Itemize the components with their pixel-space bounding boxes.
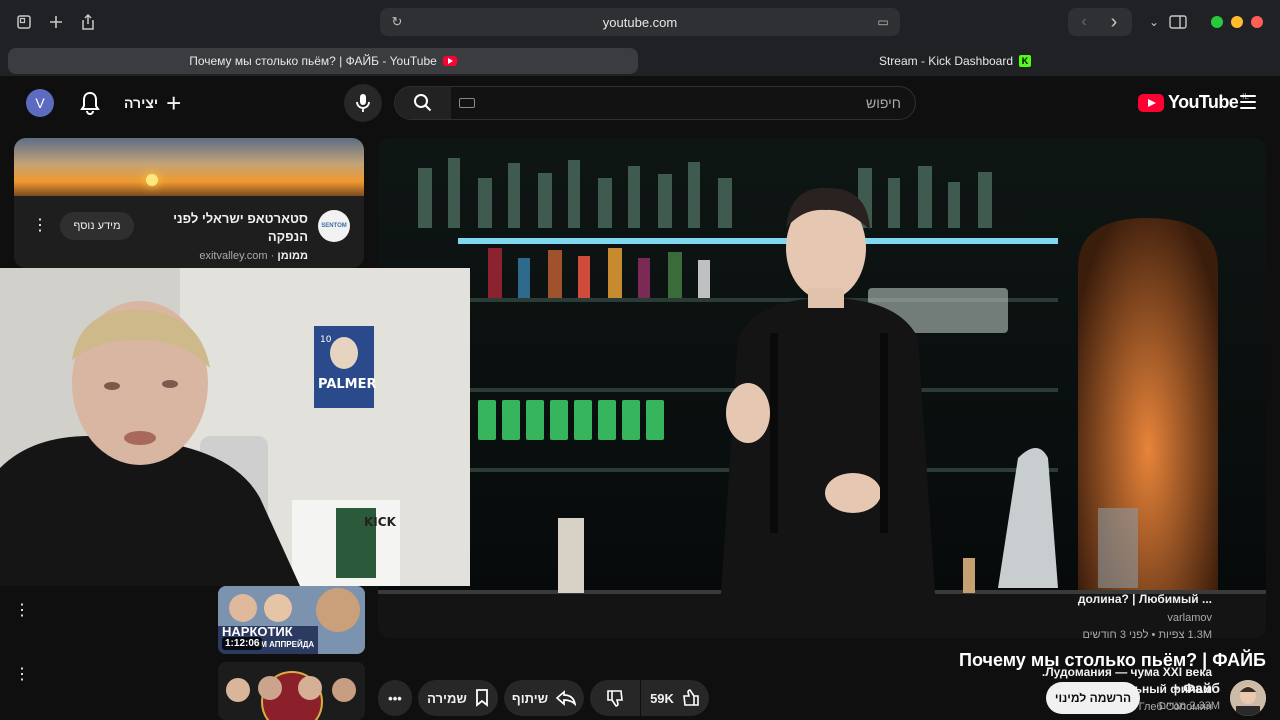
- rec-stats: 1.3M צפיות • לפני 3 חודשים: [1082, 629, 1212, 641]
- rec-stat-separator: •: [1148, 629, 1156, 641]
- youtube-wordmark: YouTube: [1168, 92, 1239, 112]
- sponsored-label: ממומן: [277, 250, 308, 262]
- save-button[interactable]: שמירה: [418, 680, 498, 716]
- sign-text: KICK: [364, 515, 397, 529]
- rec-title-line1: Лудомания — чума XXI века.: [1041, 665, 1212, 679]
- address-bar[interactable]: ↻ youtube.com ▭: [380, 8, 900, 36]
- kick-favicon-icon: K: [1019, 55, 1032, 67]
- ad-banner-image[interactable]: [14, 138, 364, 196]
- like-button[interactable]: 59K: [641, 680, 709, 716]
- create-label: יצירה: [124, 95, 159, 111]
- search-input[interactable]: חיפוש: [866, 95, 901, 111]
- back-icon[interactable]: ‹: [1072, 10, 1096, 34]
- minimize-dot[interactable]: [1231, 16, 1243, 28]
- like-count: 59K: [650, 690, 674, 706]
- share-label: שיתוף: [511, 690, 549, 706]
- ad-domain: exitvalley.com: [199, 250, 268, 262]
- bookmark-icon: [475, 689, 488, 707]
- search-button[interactable]: [395, 87, 451, 119]
- more-actions-button[interactable]: •••: [378, 680, 412, 716]
- close-dot[interactable]: [1251, 16, 1263, 28]
- browser-toolbar: ↻ youtube.com ▭ ‹ › ⌄: [0, 0, 1280, 44]
- tab-kick-title: Stream - Kick Dashboard: [878, 54, 1014, 68]
- tab-youtube-title: Почему мы столько пьём? | ФАЙБ - YouTube: [189, 54, 437, 68]
- youtube-header: V יצירה + חיפוש YouTube IL: [0, 76, 1280, 132]
- ad-separator: ·: [267, 250, 275, 262]
- video-duration: 1:12:06: [222, 637, 263, 650]
- voice-search-button[interactable]: [344, 84, 382, 122]
- reload-icon[interactable]: ↻: [388, 13, 406, 31]
- thumbs-up-icon: [683, 689, 699, 706]
- microphone-icon: [356, 94, 370, 112]
- kebab-menu-icon[interactable]: ⋮: [32, 216, 48, 236]
- channel-avatar[interactable]: [1230, 680, 1266, 716]
- rec-views: 1.3M צפיות: [1158, 629, 1212, 641]
- share-button[interactable]: שיתוף: [504, 680, 584, 716]
- rec-channel: varlamov: [1167, 612, 1212, 624]
- poster-name: PALMER: [318, 377, 377, 392]
- video-player[interactable]: [378, 138, 1266, 638]
- rec-menu-icon[interactable]: ⋮: [14, 664, 30, 684]
- advertiser-logo[interactable]: SENTOM: [318, 210, 350, 242]
- notifications-bell-icon[interactable]: [78, 90, 102, 116]
- plus-icon: +: [166, 88, 182, 118]
- more-icon: •••: [388, 690, 402, 706]
- rec-age: לפני 3 חודשים: [1082, 629, 1149, 641]
- maximize-dot[interactable]: [1211, 16, 1223, 28]
- youtube-logo[interactable]: YouTube IL: [1138, 92, 1249, 113]
- share-arrow-icon: [556, 690, 577, 706]
- thumb-overlay-subtext: ОМ АППРЕЙДА: [254, 640, 315, 649]
- search-icon: [414, 94, 432, 112]
- webcam-overlay: 10 PALMER KICK: [0, 268, 470, 586]
- menu-icon[interactable]: [1240, 95, 1256, 109]
- sponsored-card[interactable]: SENTOM סטארטאפ ישראלי לפני הנפקה ממומן ·…: [14, 138, 364, 268]
- rec-thumbnail[interactable]: [218, 662, 365, 720]
- rec-thumbnail[interactable]: НАРКОТИК ОМ АППРЕЙДА 1:12:06: [218, 586, 365, 654]
- ad-meta: ממומן · exitvalley.com: [199, 250, 308, 262]
- sidebar-right-icon[interactable]: [1166, 10, 1190, 34]
- search-box: חיפוש: [394, 86, 916, 120]
- rec-title-line2: Документальный фильм.: [1059, 682, 1212, 696]
- chevron-down-icon[interactable]: ⌄: [1142, 10, 1166, 34]
- poster-number: 10: [320, 335, 332, 345]
- video-frame: [378, 138, 1266, 638]
- tab-kick[interactable]: Stream - Kick Dashboard K: [640, 48, 1270, 74]
- avatar[interactable]: V: [26, 89, 54, 117]
- rec-menu-icon[interactable]: ⋮: [14, 600, 30, 620]
- tab-bar: Почему мы столько пьём? | ФАЙБ - YouTube…: [0, 44, 1280, 76]
- rec-channel-name: Глеб Соломин: [1138, 701, 1212, 713]
- dislike-button[interactable]: [590, 680, 640, 716]
- youtube-favicon-icon: [442, 56, 457, 66]
- rec-title[interactable]: Лудомания — чума XXI века. Документальны…: [1012, 664, 1212, 698]
- new-tab-icon[interactable]: [44, 10, 68, 34]
- rec-title[interactable]: ... долина? | Любимый: [1012, 591, 1212, 608]
- create-button[interactable]: יצירה +: [124, 88, 181, 118]
- sun-graphic: [146, 174, 158, 186]
- forward-icon[interactable]: ›: [1102, 10, 1126, 34]
- ad-more-info-button[interactable]: מידע נוסף: [60, 212, 134, 240]
- youtube-play-icon: [1138, 93, 1164, 112]
- share-icon[interactable]: [76, 10, 100, 34]
- save-label: שמירה: [427, 690, 467, 706]
- reader-icon[interactable]: ▭: [874, 13, 892, 31]
- rec-channel-name: varlamov: [1167, 612, 1212, 624]
- keyboard-icon[interactable]: [459, 98, 475, 108]
- thumbs-down-icon: [607, 690, 623, 707]
- ad-title[interactable]: סטארטאפ ישראלי לפני הנפקה: [138, 210, 308, 246]
- webcam-feed: 10 PALMER KICK: [0, 268, 470, 586]
- url-text: youtube.com: [602, 14, 678, 30]
- tab-youtube[interactable]: Почему мы столько пьём? | ФАЙБ - YouTube: [8, 48, 638, 74]
- rec-channel: Глеб Соломин: [1139, 701, 1212, 713]
- sidebar-toggle-icon[interactable]: [12, 10, 36, 34]
